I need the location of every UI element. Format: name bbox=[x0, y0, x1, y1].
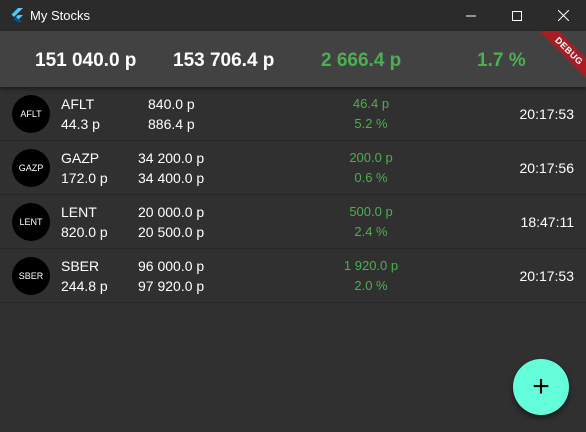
stock-ticker: LENT bbox=[61, 204, 97, 220]
stock-price: 34 200.0 р bbox=[138, 150, 205, 166]
stock-list: AFLT AFLT 44.3 р 840.0 р 886.4 р 46.4 р … bbox=[0, 87, 586, 303]
stock-change: 1 920.0 р bbox=[343, 258, 399, 273]
summary-total-change: 2 666.4 р bbox=[321, 50, 402, 71]
add-icon: + bbox=[532, 370, 550, 403]
add-stock-button[interactable]: + bbox=[513, 359, 569, 415]
stock-total: 886.4 р bbox=[148, 116, 195, 132]
debug-banner: DEBUG bbox=[532, 31, 586, 87]
stock-avatar: AFLT bbox=[12, 95, 50, 133]
window-titlebar: My Stocks bbox=[0, 0, 586, 31]
stock-change: 200.0 р bbox=[349, 150, 393, 165]
stock-change-pct: 0.6 % bbox=[354, 170, 388, 185]
minimize-icon bbox=[466, 15, 476, 16]
stock-price: 96 000.0 р bbox=[138, 258, 205, 274]
stock-row[interactable]: SBER SBER 244.8 р 96 000.0 р 97 920.0 р … bbox=[0, 249, 586, 303]
portfolio-summary: 151 040.0 р 153 706.4 р 2 666.4 р 1.7 % … bbox=[0, 31, 586, 87]
stock-row[interactable]: GAZP GAZP 172.0 р 34 200.0 р 34 400.0 р … bbox=[0, 141, 586, 195]
close-icon bbox=[557, 10, 569, 21]
minimize-button[interactable] bbox=[448, 0, 494, 31]
stock-last-price: 44.3 р bbox=[61, 116, 100, 132]
flutter-icon bbox=[9, 7, 25, 23]
stock-total: 97 920.0 р bbox=[138, 278, 205, 294]
stock-ticker: SBER bbox=[61, 258, 100, 274]
stock-ticker: AFLT bbox=[61, 96, 95, 112]
summary-total-price: 151 040.0 р bbox=[35, 50, 137, 71]
window-title: My Stocks bbox=[30, 8, 90, 23]
summary-total-change-pct: 1.7 % bbox=[477, 50, 526, 71]
stock-change: 500.0 р bbox=[349, 204, 393, 219]
stock-time: 20:17:53 bbox=[519, 268, 575, 284]
stock-last-price: 820.0 р bbox=[61, 224, 108, 240]
stock-row[interactable]: AFLT AFLT 44.3 р 840.0 р 886.4 р 46.4 р … bbox=[0, 87, 586, 141]
stock-avatar: GAZP bbox=[12, 149, 50, 187]
summary-total-value: 153 706.4 р bbox=[173, 50, 275, 71]
stock-avatar: LENT bbox=[12, 203, 50, 241]
stock-time: 20:17:53 bbox=[519, 106, 575, 122]
stock-total: 34 400.0 р bbox=[138, 170, 205, 186]
stock-price: 20 000.0 р bbox=[138, 204, 205, 220]
stock-change: 46.4 р bbox=[352, 96, 390, 111]
stock-last-price: 172.0 р bbox=[61, 170, 108, 186]
stock-last-price: 244.8 р bbox=[61, 278, 108, 294]
maximize-button[interactable] bbox=[494, 0, 540, 31]
stock-time: 18:47:11 bbox=[520, 214, 574, 230]
stock-change-pct: 2.0 % bbox=[354, 278, 388, 293]
stock-price: 840.0 р bbox=[148, 96, 195, 112]
stock-avatar: SBER bbox=[12, 257, 50, 295]
stock-time: 20:17:56 bbox=[519, 160, 575, 176]
stock-row[interactable]: LENT LENT 820.0 р 20 000.0 р 20 500.0 р … bbox=[0, 195, 586, 249]
stock-ticker: GAZP bbox=[61, 150, 100, 166]
stock-change-pct: 2.4 % bbox=[354, 224, 388, 239]
stock-change-pct: 5.2 % bbox=[354, 116, 388, 131]
close-button[interactable] bbox=[540, 0, 586, 31]
maximize-icon bbox=[512, 10, 522, 21]
stock-total: 20 500.0 р bbox=[138, 224, 205, 240]
